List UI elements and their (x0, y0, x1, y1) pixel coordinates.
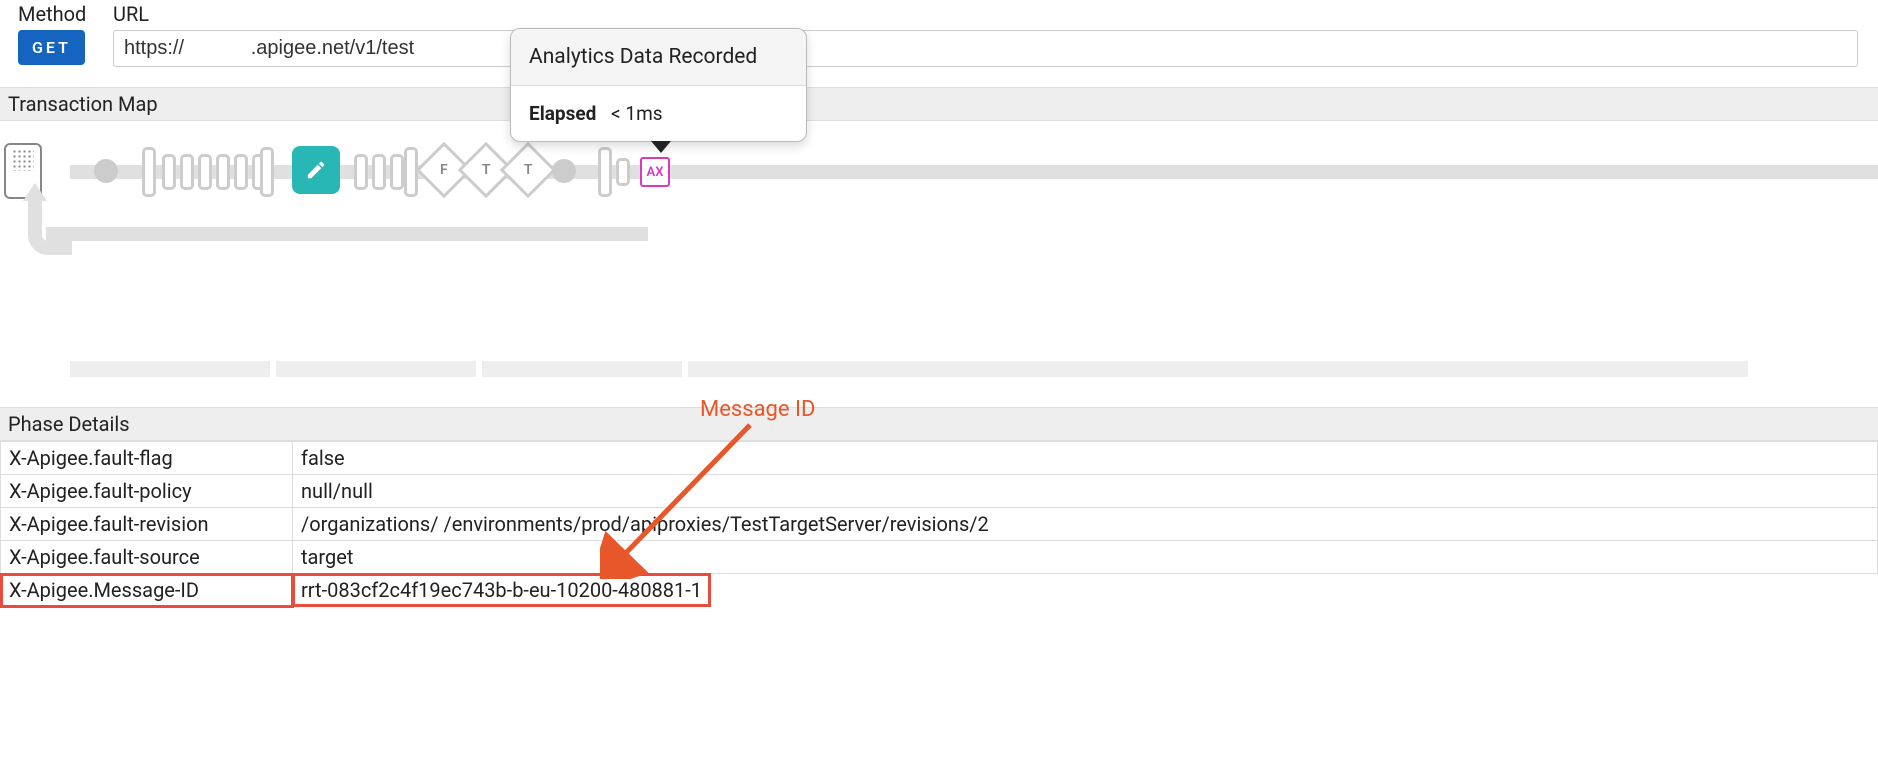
phase-value: /organizations/ /environments/prod/apipr… (293, 508, 1878, 541)
diamond-label: F (440, 162, 448, 178)
segment[interactable] (70, 361, 270, 377)
tooltip-title: Analytics Data Recorded (511, 29, 806, 86)
step-pill[interactable] (140, 143, 158, 197)
table-row: X-Apigee.fault-flagfalse (1, 442, 1878, 475)
step-circle[interactable] (94, 143, 118, 188)
step-pill[interactable] (258, 143, 276, 197)
tooltip-elapsed-value: < 1ms (611, 102, 663, 125)
phase-value: false (293, 442, 1878, 475)
timeline-segments (70, 361, 1878, 377)
transaction-map: F T T AX (0, 121, 1878, 301)
step-pill[interactable] (352, 143, 406, 190)
map-track (70, 165, 1878, 179)
tooltip-elapsed-label: Elapsed (529, 102, 596, 125)
ax-label: AX (647, 165, 664, 180)
phase-value: target (293, 541, 1878, 574)
method-button[interactable]: GET (18, 30, 85, 65)
phase-details-title: Phase Details (0, 407, 1878, 441)
phase-key: X-Apigee.fault-revision (1, 508, 293, 541)
step-pill[interactable] (614, 143, 632, 186)
table-row: X-Apigee.fault-policynull/null (1, 475, 1878, 508)
phase-details-table: X-Apigee.fault-flagfalse X-Apigee.fault-… (0, 441, 1878, 607)
diamond-f[interactable]: F (424, 143, 464, 190)
diamond-t[interactable]: T (466, 143, 506, 190)
step-pill[interactable] (160, 143, 268, 190)
diamond-label: T (524, 162, 533, 178)
annotation-message-id: Message ID (700, 397, 815, 422)
phase-key: X-Apigee.fault-policy (1, 475, 293, 508)
segment[interactable] (276, 361, 476, 377)
phase-key: X-Apigee.Message-ID (1, 574, 293, 607)
transaction-map-title: Transaction Map (0, 87, 1878, 121)
method-label: Method (18, 0, 113, 30)
diamond-label: T (482, 162, 491, 178)
segment[interactable] (482, 361, 682, 377)
phase-value: null/null (293, 475, 1878, 508)
edit-step-icon[interactable] (292, 143, 340, 194)
segment[interactable] (688, 361, 1748, 377)
tooltip-analytics: Analytics Data Recorded Elapsed < 1ms (510, 28, 807, 142)
diamond-t[interactable]: T (508, 143, 548, 190)
table-row: X-Apigee.fault-sourcetarget (1, 541, 1878, 574)
tooltip-body: Elapsed < 1ms (511, 86, 806, 141)
phase-key: X-Apigee.fault-source (1, 541, 293, 574)
phase-key: X-Apigee.fault-flag (1, 442, 293, 475)
step-pill[interactable] (596, 143, 614, 197)
phase-value: rrt-083cf2c4f19ec743b-b-eu-10200-480881-… (293, 574, 710, 606)
tooltip-caret-icon (651, 141, 671, 153)
return-flow-arrow (28, 199, 648, 249)
url-label: URL (113, 0, 1858, 30)
request-row: Method GET URL (0, 0, 1878, 67)
table-row: X-Apigee.fault-revision/organizations/ /… (1, 508, 1878, 541)
step-circle[interactable] (552, 143, 576, 188)
table-row-highlighted: X-Apigee.Message-IDrrt-083cf2c4f19ec743b… (1, 574, 1878, 607)
url-input[interactable] (113, 30, 1858, 67)
